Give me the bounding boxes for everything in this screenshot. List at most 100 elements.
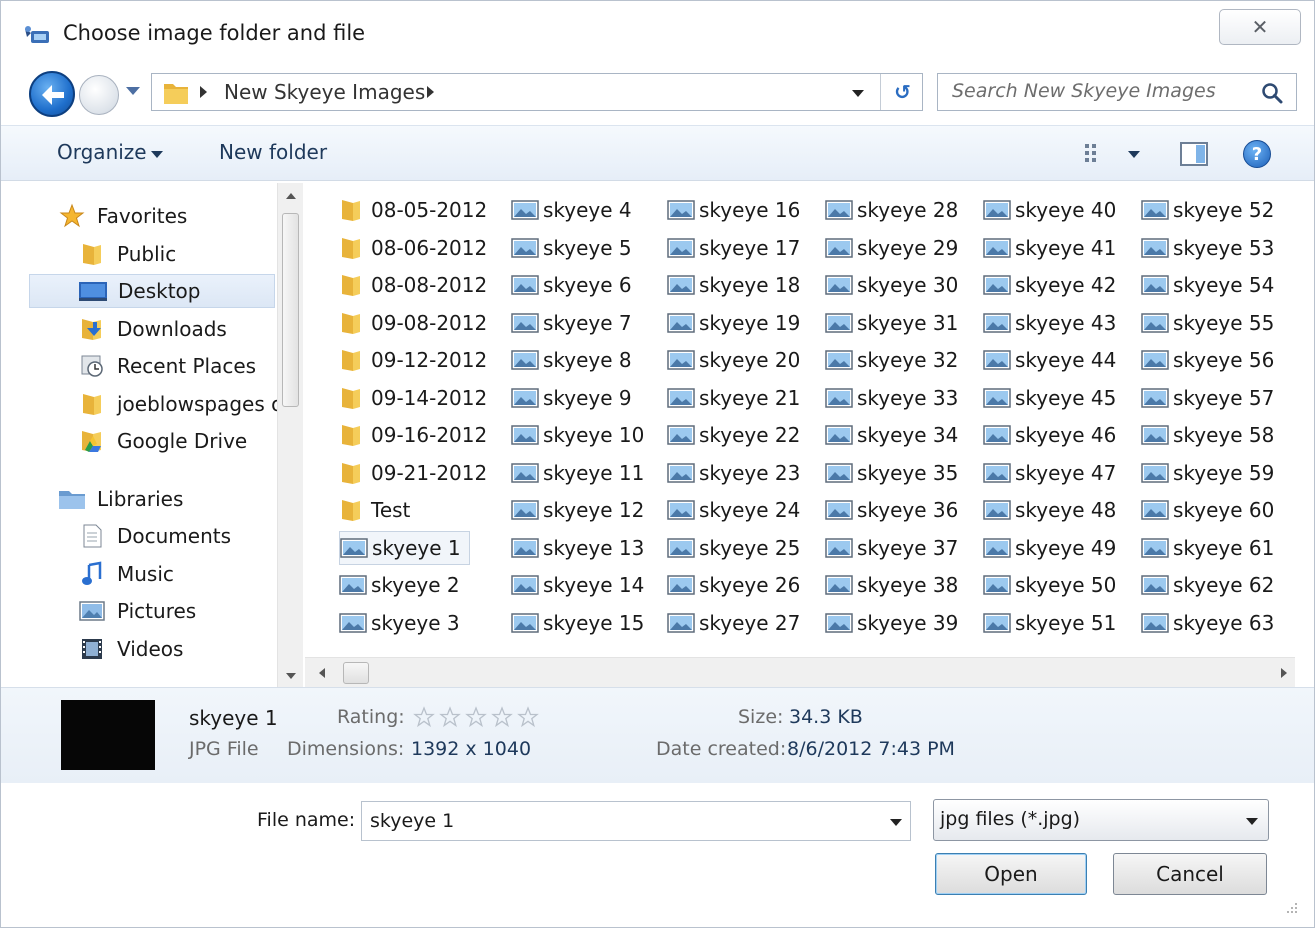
nav-item-desktop[interactable]: Desktop [29,274,275,308]
file-item[interactable]: skyeye 36 [825,493,958,527]
file-item[interactable]: skyeye 22 [667,418,800,452]
scroll-left-icon[interactable] [319,668,325,678]
back-button[interactable] [29,71,75,117]
rating-star-icon[interactable] [413,706,435,728]
file-name-dropdown-icon[interactable] [890,819,902,826]
nav-item-public[interactable]: Public [77,237,176,271]
nav-item-joeblowspages-o[interactable]: joeblowspages o [77,387,283,421]
file-item[interactable]: skyeye 31 [825,306,958,340]
file-item[interactable]: skyeye 46 [983,418,1116,452]
nav-item-music[interactable]: Music [77,557,174,591]
nav-item-recent-places[interactable]: Recent Places [77,349,256,383]
folder-item[interactable]: 08-08-2012 [339,268,487,302]
change-view-icon[interactable] [1083,141,1109,169]
file-type-select[interactable]: jpg files (*.jpg) [933,799,1269,841]
address-dropdown-icon[interactable] [852,90,864,97]
file-item[interactable]: skyeye 19 [667,306,800,340]
file-item[interactable]: skyeye 2 [339,568,460,602]
open-button[interactable]: Open [935,853,1087,895]
file-item[interactable]: skyeye 47 [983,456,1116,490]
file-item[interactable]: skyeye 26 [667,568,800,602]
preview-pane-icon[interactable] [1179,140,1209,172]
folder-item[interactable]: 09-08-2012 [339,306,487,340]
file-item[interactable]: skyeye 29 [825,231,958,265]
file-item[interactable]: skyeye 50 [983,568,1116,602]
file-item[interactable]: skyeye 27 [667,606,800,640]
file-item[interactable]: skyeye 14 [511,568,644,602]
rating-star-icon[interactable] [465,706,487,728]
file-item[interactable]: skyeye 45 [983,381,1116,415]
file-item[interactable]: skyeye 20 [667,343,800,377]
file-item[interactable]: skyeye 7 [511,306,632,340]
file-item[interactable]: skyeye 39 [825,606,958,640]
folder-item[interactable]: 09-14-2012 [339,381,487,415]
file-item[interactable]: skyeye 30 [825,268,958,302]
rating-stars[interactable] [413,706,539,728]
file-item[interactable]: skyeye 42 [983,268,1116,302]
file-item[interactable]: skyeye 35 [825,456,958,490]
file-item[interactable]: skyeye 9 [511,381,632,415]
file-type-dropdown-icon[interactable] [1246,818,1258,825]
scroll-down-icon[interactable] [286,673,296,679]
folder-item[interactable]: Test [339,493,410,527]
file-item[interactable]: skyeye 32 [825,343,958,377]
organize-dropdown-icon[interactable] [151,151,163,158]
file-item[interactable]: skyeye 48 [983,493,1116,527]
nav-vertical-scrollbar[interactable] [277,183,303,687]
file-item[interactable]: skyeye 17 [667,231,800,265]
file-name-input[interactable]: skyeye 1 [361,801,911,841]
file-item[interactable]: skyeye 54 [1141,268,1274,302]
scroll-right-icon[interactable] [1281,668,1287,678]
file-item[interactable]: skyeye 58 [1141,418,1274,452]
file-item[interactable]: skyeye 63 [1141,606,1274,640]
file-item[interactable]: skyeye 62 [1141,568,1274,602]
close-button[interactable]: ✕ [1219,9,1301,45]
file-item[interactable]: skyeye 53 [1141,231,1274,265]
file-item[interactable]: skyeye 60 [1141,493,1274,527]
file-item[interactable]: skyeye 6 [511,268,632,302]
scroll-thumb[interactable] [343,662,369,684]
help-icon[interactable]: ? [1243,140,1271,168]
recent-pages-icon[interactable] [126,87,140,95]
forward-button[interactable] [79,75,119,115]
address-bar[interactable]: New Skyeye Images ↺ [151,73,923,111]
nav-item-favorites[interactable]: Favorites [57,199,187,233]
file-item[interactable]: skyeye 8 [511,343,632,377]
breadcrumb-chevron-icon[interactable] [427,86,434,98]
breadcrumb-current-folder[interactable]: New Skyeye Images [224,80,425,104]
file-item[interactable]: skyeye 16 [667,193,800,227]
rating-star-icon[interactable] [517,706,539,728]
file-item[interactable]: skyeye 24 [667,493,800,527]
folder-item[interactable]: 09-21-2012 [339,456,487,490]
file-item[interactable]: skyeye 55 [1141,306,1274,340]
file-item[interactable]: skyeye 18 [667,268,800,302]
breadcrumb-chevron-icon[interactable] [200,86,207,98]
file-item[interactable]: skyeye 41 [983,231,1116,265]
file-item[interactable]: skyeye 37 [825,531,958,565]
file-item[interactable]: skyeye 13 [511,531,644,565]
file-item[interactable]: skyeye 28 [825,193,958,227]
file-item[interactable]: skyeye 15 [511,606,644,640]
file-item[interactable]: skyeye 10 [511,418,644,452]
file-item[interactable]: skyeye 21 [667,381,800,415]
file-item[interactable]: skyeye 3 [339,606,460,640]
nav-item-libraries[interactable]: Libraries [57,482,183,516]
rating-star-icon[interactable] [491,706,513,728]
file-item[interactable]: skyeye 23 [667,456,800,490]
nav-item-downloads[interactable]: Downloads [77,312,227,346]
file-item[interactable]: skyeye 51 [983,606,1116,640]
title-bar[interactable]: Choose image folder and file ✕ [1,1,1314,63]
cancel-button[interactable]: Cancel [1113,853,1267,895]
nav-item-google-drive[interactable]: Google Drive [77,424,247,458]
file-item[interactable]: skyeye 56 [1141,343,1274,377]
file-item[interactable]: skyeye 38 [825,568,958,602]
nav-item-videos[interactable]: Videos [77,632,183,666]
file-item[interactable]: skyeye 43 [983,306,1116,340]
view-dropdown-icon[interactable] [1128,151,1140,158]
file-item[interactable]: skyeye 59 [1141,456,1274,490]
refresh-icon[interactable]: ↺ [880,74,924,110]
file-item[interactable]: skyeye 12 [511,493,644,527]
file-item[interactable]: skyeye 57 [1141,381,1274,415]
file-item[interactable]: skyeye 33 [825,381,958,415]
folder-item[interactable]: 09-12-2012 [339,343,487,377]
